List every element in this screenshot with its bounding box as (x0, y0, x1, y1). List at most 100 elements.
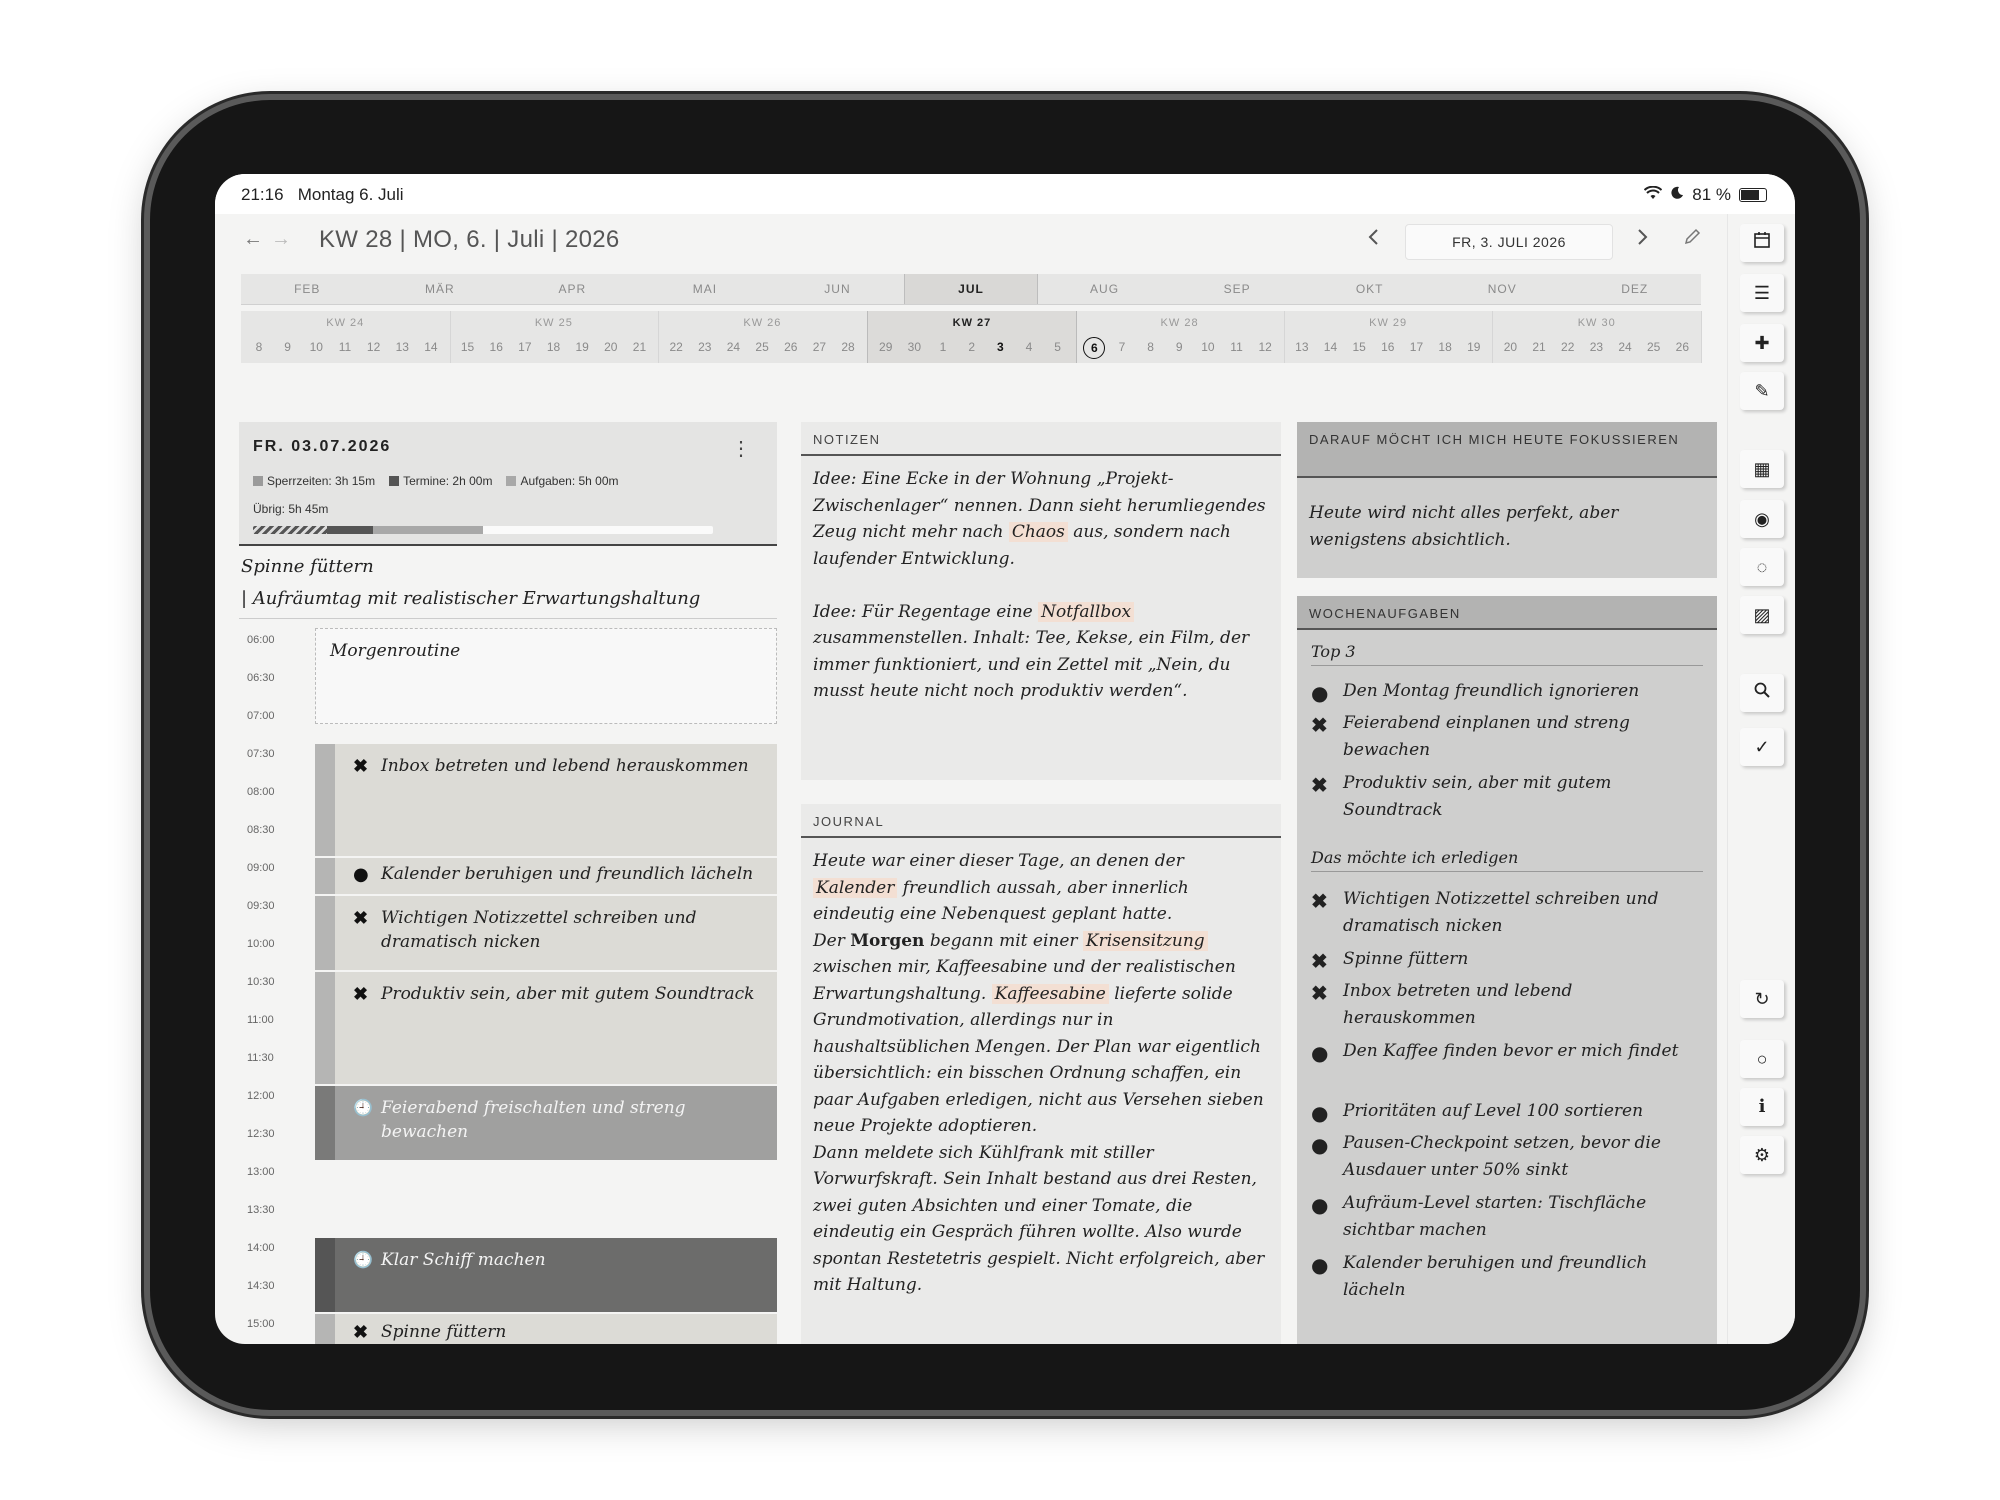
day-cell[interactable]: 6 (1083, 337, 1106, 359)
notes-body[interactable]: Idee: Eine Ecke in der Wohnung „Projekt-… (813, 466, 1267, 705)
info-icon[interactable]: i (1740, 1088, 1784, 1126)
day-cell[interactable]: 18 (1431, 340, 1459, 354)
drag-handle[interactable] (315, 1238, 335, 1312)
focus-text[interactable]: Heute wird nicht alles perfekt, aber wen… (1309, 500, 1703, 553)
refresh-icon[interactable]: ↻ (1740, 980, 1784, 1018)
open-dot-icon[interactable]: ● (1311, 1252, 1328, 1279)
schedule-block[interactable]: ● Kalender beruhigen und freundlich läch… (315, 858, 777, 894)
day-cell[interactable]: 23 (1582, 340, 1610, 354)
forward-arrow-icon[interactable]: → (271, 228, 291, 251)
schedule-block[interactable]: Morgenroutine (315, 628, 777, 724)
week-3[interactable]: KW 27 29 30 1 2 3 4 5 (866, 311, 1078, 363)
selected-date-field[interactable]: FR, 3. JULI 2026 (1405, 224, 1613, 260)
day-cell[interactable]: 16 (1374, 340, 1402, 354)
week-5[interactable]: KW 29 13 14 15 16 17 18 19 (1284, 311, 1494, 363)
schedule-block[interactable]: ✖ Inbox betreten und lebend herauskommen (315, 744, 777, 856)
done-cross-icon[interactable]: ✖ (1311, 772, 1328, 799)
done-cross-icon[interactable]: ✖ (353, 756, 368, 777)
day-cell[interactable]: 11 (1223, 340, 1251, 354)
list-icon[interactable]: ☰ (1740, 274, 1784, 312)
day-cell[interactable]: 3 (986, 340, 1014, 354)
open-dot-icon[interactable]: ● (353, 864, 369, 885)
schedule-block[interactable]: 🕘 Klar Schiff machen (315, 1238, 777, 1312)
done-cross-icon[interactable]: ✖ (353, 1322, 368, 1343)
month-5[interactable]: JUL (903, 274, 1039, 304)
focus-panel[interactable]: DARAUF MÖCHT ICH MICH HEUTE FOKUSSIEREN … (1297, 422, 1717, 578)
edit-pencil-icon[interactable] (1683, 228, 1701, 252)
image-icon[interactable]: ▨ (1740, 596, 1784, 634)
schedule-block[interactable]: ✖ Spinne füttern (315, 1314, 777, 1344)
day-cell[interactable]: 13 (1288, 340, 1316, 354)
day-cell[interactable]: 9 (274, 340, 302, 354)
day-cell[interactable]: 27 (805, 340, 833, 354)
grid-icon[interactable]: ▦ (1740, 450, 1784, 488)
month-2[interactable]: APR (506, 274, 639, 304)
day-cell[interactable]: 10 (302, 340, 330, 354)
month-3[interactable]: MAI (639, 274, 772, 304)
day-cell[interactable]: 28 (834, 340, 862, 354)
back-arrow-icon[interactable]: ← (243, 228, 263, 251)
week-6[interactable]: KW 30 20 21 22 23 24 25 26 (1492, 311, 1702, 363)
prev-day-chevron-icon[interactable] (1367, 228, 1379, 252)
day-cell[interactable]: 11 (331, 340, 359, 354)
day-cell[interactable]: 18 (540, 340, 568, 354)
search-icon[interactable] (1740, 674, 1784, 712)
day-cell[interactable]: 8 (245, 340, 273, 354)
settings-gear-icon[interactable]: ⚙ (1740, 1136, 1784, 1174)
more-options-icon[interactable]: ⋮ (731, 436, 751, 461)
month-10[interactable]: DEZ (1568, 274, 1701, 304)
calendar-icon[interactable] (1740, 224, 1784, 262)
week-1[interactable]: KW 25 15 16 17 18 19 20 21 (450, 311, 660, 363)
drag-handle[interactable] (315, 972, 335, 1084)
day-cell[interactable]: 26 (1668, 340, 1696, 354)
day-cell[interactable]: 26 (777, 340, 805, 354)
day-cell[interactable]: 20 (597, 340, 625, 354)
month-0[interactable]: FEB (241, 274, 374, 304)
day-cell[interactable]: 16 (482, 340, 510, 354)
month-1[interactable]: MÄR (374, 274, 507, 304)
schedule-block[interactable]: ✖ Produktiv sein, aber mit gutem Soundtr… (315, 972, 777, 1084)
drag-handle[interactable] (315, 1086, 335, 1160)
done-cross-icon[interactable]: ✖ (1311, 888, 1328, 915)
chat-icon[interactable]: ○ (1740, 1040, 1784, 1078)
month-7[interactable]: SEP (1171, 274, 1304, 304)
drag-handle[interactable] (315, 858, 335, 894)
day-cell[interactable]: 19 (568, 340, 596, 354)
schedule-block[interactable]: ✖ Wichtigen Notizzettel schreiben und dr… (315, 896, 777, 970)
day-cell[interactable]: 19 (1460, 340, 1488, 354)
done-cross-icon[interactable]: ✖ (1311, 980, 1328, 1007)
day-cell[interactable]: 7 (1108, 340, 1136, 354)
day-cell[interactable]: 20 (1496, 340, 1524, 354)
open-dot-icon[interactable]: ● (1311, 1132, 1328, 1159)
palette-icon[interactable]: ◉ (1740, 500, 1784, 538)
open-dot-icon[interactable]: ● (1311, 1040, 1328, 1067)
day-cell[interactable]: 21 (1525, 340, 1553, 354)
day-cell[interactable]: 4 (1015, 340, 1043, 354)
day-cell[interactable]: 8 (1137, 340, 1165, 354)
drag-handle[interactable] (315, 896, 335, 970)
day-cell[interactable]: 1 (929, 340, 957, 354)
month-6[interactable]: AUG (1038, 274, 1171, 304)
open-dot-icon[interactable]: ● (1311, 1192, 1328, 1219)
done-cross-icon[interactable]: ✖ (1311, 712, 1328, 739)
day-cell[interactable]: 22 (1554, 340, 1582, 354)
day-cell[interactable]: 10 (1194, 340, 1222, 354)
checkmark-icon[interactable]: ✓ (1740, 728, 1784, 766)
day-cell[interactable]: 14 (417, 340, 445, 354)
day-cell[interactable]: 9 (1165, 340, 1193, 354)
done-cross-icon[interactable]: ✖ (353, 908, 368, 929)
day-cell[interactable]: 21 (625, 340, 653, 354)
day-cell[interactable]: 29 (872, 340, 900, 354)
week-4[interactable]: KW 28 6 7 8 9 10 11 12 (1075, 311, 1285, 363)
week-2[interactable]: KW 26 22 23 24 25 26 27 28 (658, 311, 868, 363)
open-dot-icon[interactable]: ● (1311, 1100, 1328, 1127)
journal-body[interactable]: Heute war einer dieser Tage, an denen de… (813, 848, 1267, 1299)
done-cross-icon[interactable]: ✖ (1311, 948, 1328, 975)
day-cell[interactable]: 25 (1640, 340, 1668, 354)
day-cell[interactable]: 13 (388, 340, 416, 354)
drag-handle[interactable] (315, 744, 335, 856)
drag-handle[interactable] (315, 1314, 335, 1344)
day-cell[interactable]: 12 (360, 340, 388, 354)
next-day-chevron-icon[interactable] (1637, 228, 1649, 252)
day-cell[interactable]: 2 (958, 340, 986, 354)
